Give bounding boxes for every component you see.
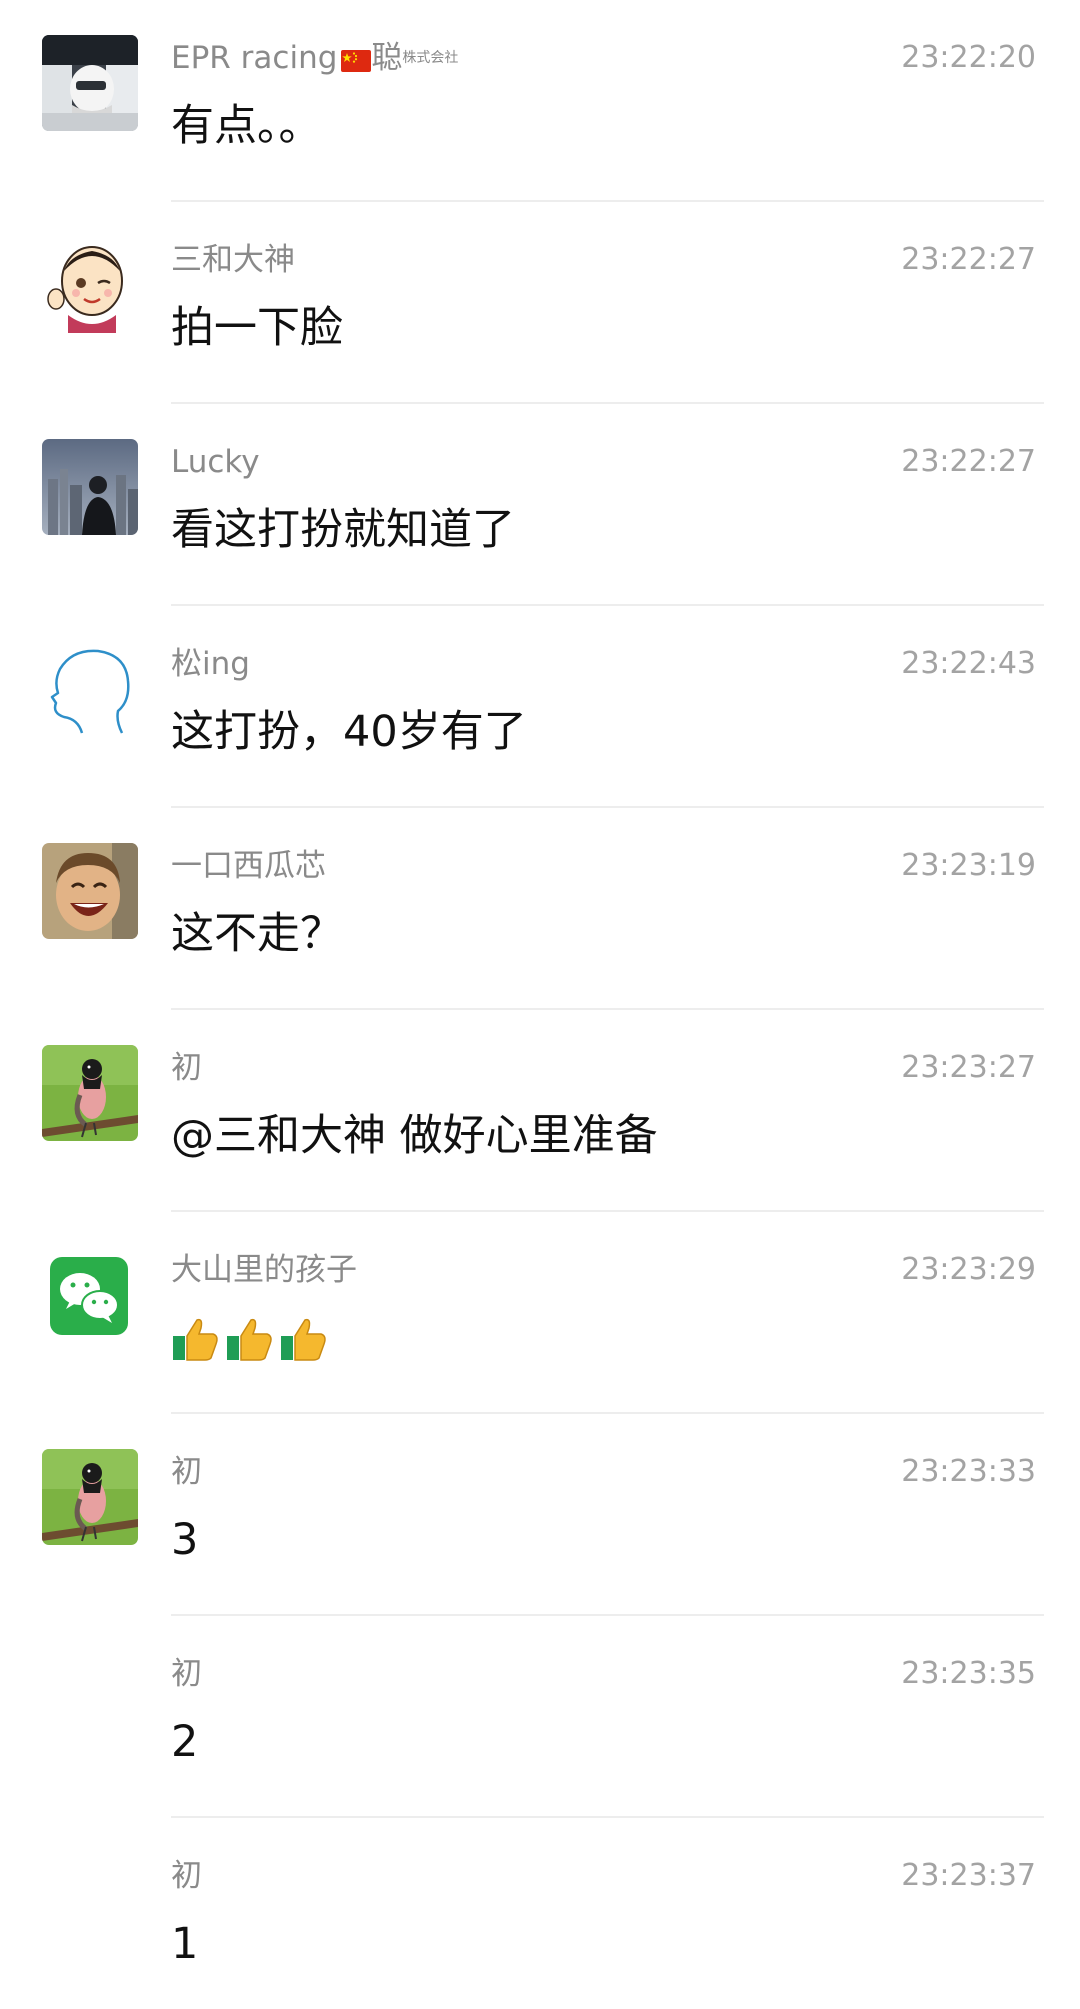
thumbs-up-icon [279, 1316, 327, 1362]
message-text[interactable]: 1 [171, 1916, 198, 1972]
message-text[interactable]: 看这打扮就知道了 [171, 502, 515, 558]
chat-message-list[interactable]: EPR racing 聪株式会社 23:22:20 有点。。 三和大神 23:22… [0, 0, 1080, 2009]
cartoon-kid-avatar[interactable] [42, 237, 138, 333]
sender-name: 初 [171, 1656, 202, 1692]
sender-name: EPR racing 聪株式会社 [171, 36, 458, 84]
head-outline-avatar[interactable] [42, 641, 138, 737]
bird-on-branch-avatar[interactable] [42, 1045, 138, 1141]
message-emojis[interactable] [171, 1310, 327, 1376]
sender-name: Lucky [171, 444, 260, 480]
message-text[interactable]: 这不走？ [171, 906, 343, 962]
message-text[interactable]: 这打扮，40岁有了 [171, 704, 527, 760]
laughing-child-avatar[interactable] [42, 843, 138, 939]
thumbs-up-icon [225, 1316, 273, 1362]
message-time: 23:23:33 [901, 1454, 1036, 1489]
sender-name: 松ing [171, 646, 250, 682]
sender-name: 初 [171, 1454, 202, 1490]
wechat-logo-avatar[interactable] [42, 1247, 138, 1343]
message-item[interactable]: 松ing 23:22:43 这打扮，40岁有了 [0, 606, 1080, 808]
message-time: 23:23:37 [901, 1858, 1036, 1893]
sender-name-suffix: 聪 [371, 40, 403, 76]
message-item[interactable]: 初 23:23:33 3 [0, 1414, 1080, 1616]
sender-name-tag: 株式会社 [402, 50, 459, 66]
sender-name: 三和大神 [171, 242, 295, 278]
message-item[interactable]: 三和大神 23:22:27 拍一下脸 [0, 202, 1080, 404]
message-text[interactable]: 3 [171, 1512, 198, 1568]
race-driver-helmet-avatar[interactable] [42, 35, 138, 131]
message-item[interactable]: 初 23:23:37 1 [0, 1818, 1080, 2009]
message-time: 23:23:35 [901, 1656, 1036, 1691]
message-item[interactable]: Lucky 23:22:27 看这打扮就知道了 [0, 404, 1080, 606]
message-item[interactable]: 初 23:23:35 2 [0, 1616, 1080, 1818]
message-text[interactable]: 有点。。 [171, 98, 322, 154]
thumbs-up-icon [171, 1316, 219, 1362]
sender-name: 大山里的孩子 [171, 1252, 357, 1288]
message-time: 23:22:27 [901, 242, 1036, 277]
sender-name-text: EPR racing [171, 40, 338, 76]
message-time: 23:22:43 [901, 646, 1036, 681]
message-time: 23:22:27 [901, 444, 1036, 479]
sender-name: 初 [171, 1858, 202, 1894]
message-time: 23:23:19 [901, 848, 1036, 883]
message-item[interactable]: EPR racing 聪株式会社 23:22:20 有点。。 [0, 0, 1080, 202]
message-text[interactable]: 拍一下脸 [171, 300, 343, 356]
message-item[interactable]: 大山里的孩子 23:23:29 [0, 1212, 1080, 1414]
bird-on-branch-avatar[interactable] [42, 1449, 138, 1545]
city-skyline-man-avatar[interactable] [42, 439, 138, 535]
message-time: 23:23:29 [901, 1252, 1036, 1287]
message-time: 23:23:27 [901, 1050, 1036, 1085]
message-item[interactable]: 一口西瓜芯 23:23:19 这不走？ [0, 808, 1080, 1010]
message-text[interactable]: 2 [171, 1714, 198, 1770]
message-time: 23:22:20 [901, 40, 1036, 75]
china-flag-icon [341, 40, 372, 84]
sender-name: 一口西瓜芯 [171, 848, 326, 884]
message-text[interactable]: @三和大神 做好心里准备 [171, 1108, 658, 1164]
sender-name: 初 [171, 1050, 202, 1086]
message-item[interactable]: 初 23:23:27 @三和大神 做好心里准备 [0, 1010, 1080, 1212]
